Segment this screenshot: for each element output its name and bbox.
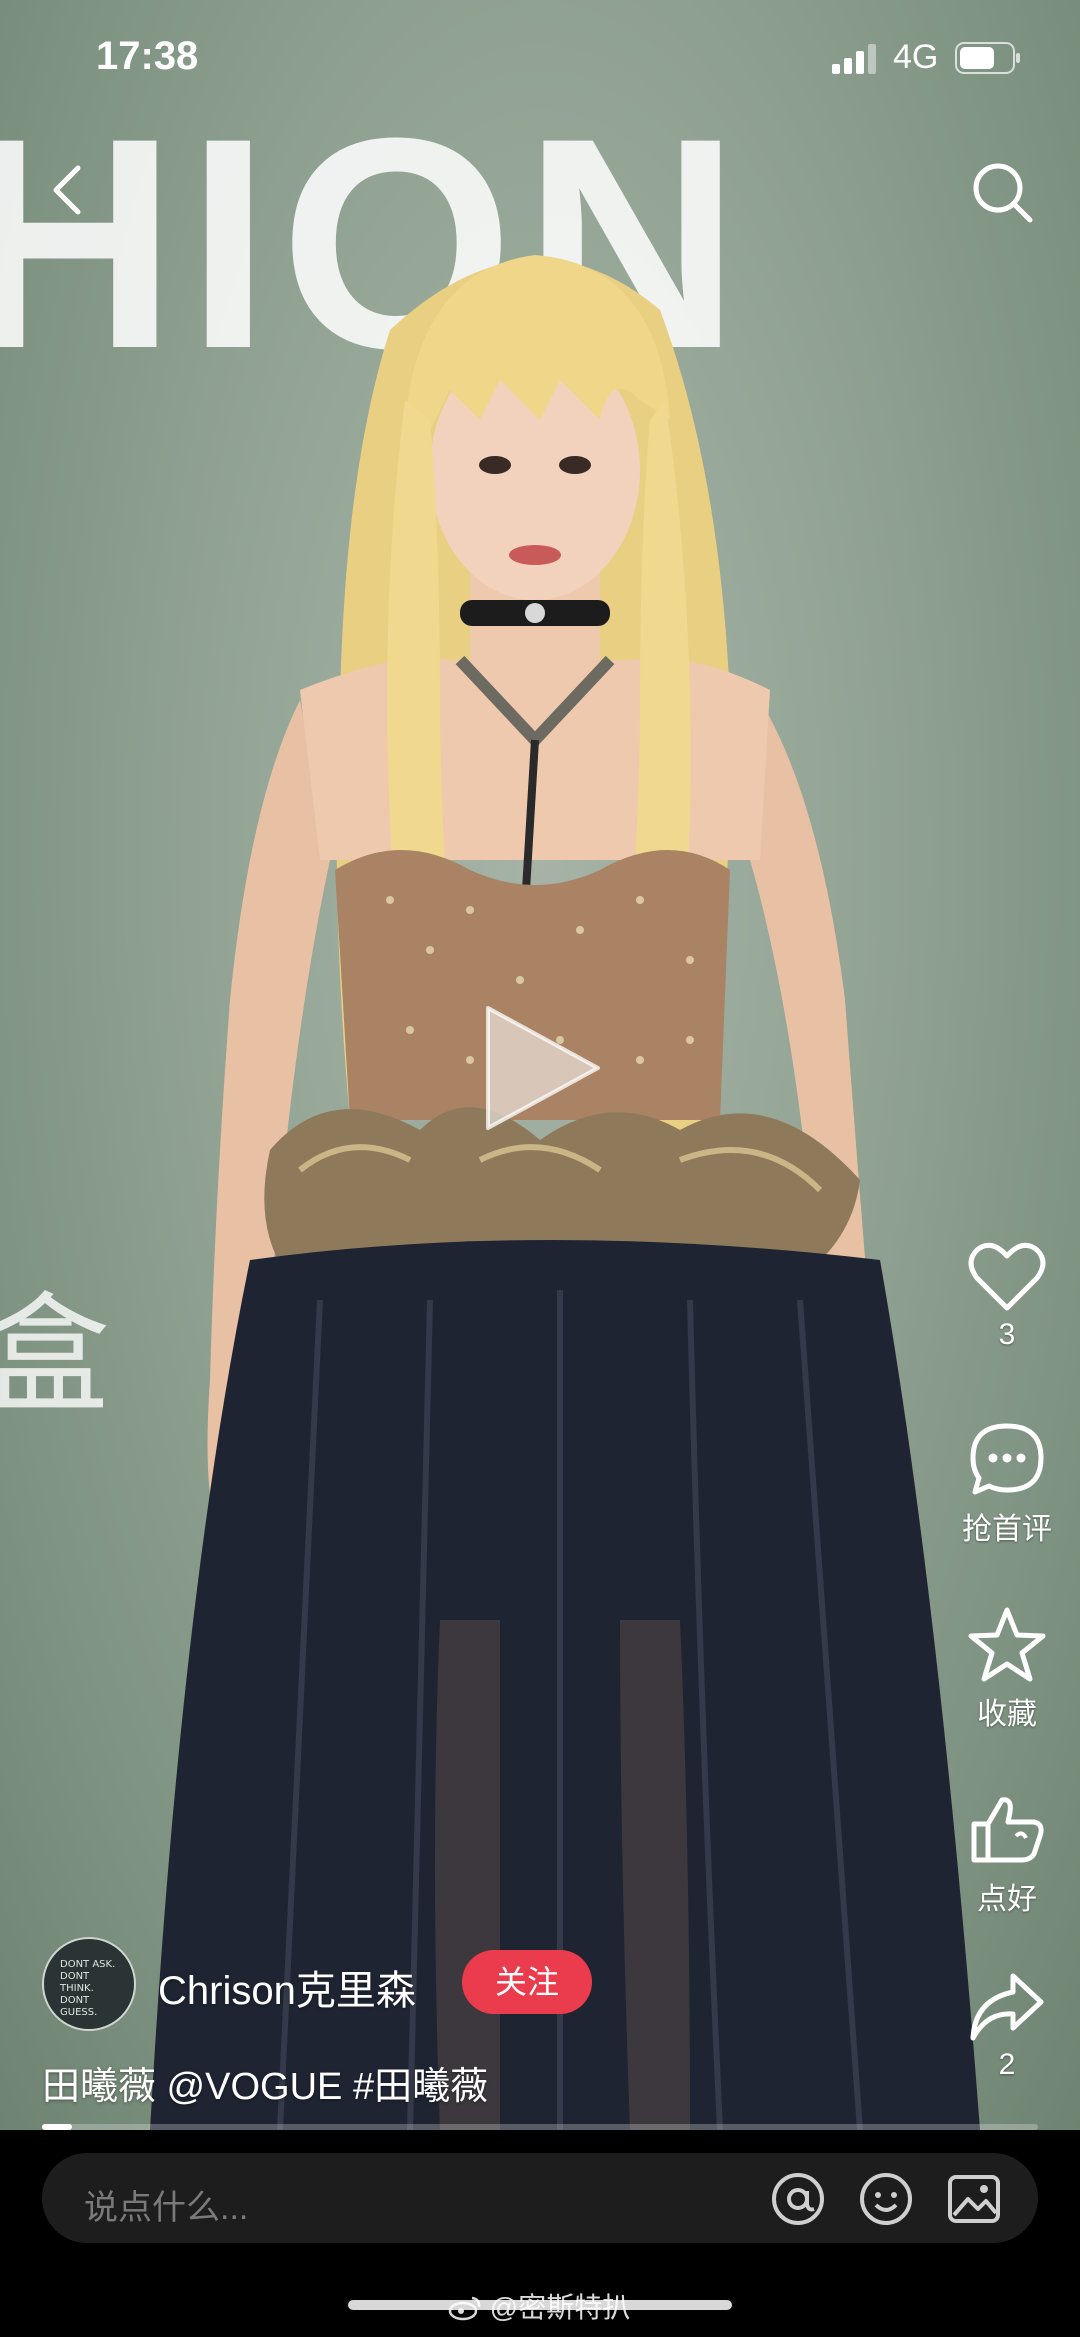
play-icon[interactable] [478, 998, 608, 1138]
thumbs-icon [971, 1797, 1044, 1863]
share-icon [970, 1973, 1044, 2041]
search-icon[interactable] [968, 158, 1038, 228]
network-type: 4G [893, 38, 939, 76]
good-button[interactable]: 点好 [942, 1790, 1072, 1918]
comment-icon [970, 1423, 1044, 1495]
status-bar: 17:38 4G [0, 0, 1080, 110]
video-player[interactable]: HION 盒 [0, 0, 1080, 2130]
like-count: 3 [998, 1318, 1016, 1351]
heart-icon [968, 1242, 1046, 1311]
share-count: 2 [998, 2048, 1016, 2081]
favorite-label: 收藏 [977, 1698, 1037, 1731]
watermark: @密斯特扒 [448, 2286, 630, 2326]
author-name[interactable]: Chrison克里森 [158, 1958, 416, 2016]
avatar[interactable]: DONT ASK. DONT THINK. DONT GUESS. [42, 1937, 136, 2031]
comment-placeholder: 说点什么... [84, 2189, 249, 2227]
image-icon[interactable] [946, 2171, 1002, 2227]
avatar-text: DONT ASK. DONT THINK. DONT GUESS. [60, 1959, 116, 2018]
watermark-text: @密斯特扒 [489, 2292, 631, 2323]
follow-button[interactable]: 关注 [462, 1950, 592, 2014]
back-icon[interactable] [40, 160, 100, 220]
comment-label: 抢首评 [962, 1513, 1052, 1546]
emoji-icon[interactable] [858, 2171, 914, 2227]
at-icon[interactable] [770, 2171, 826, 2227]
comment-button[interactable]: 抢首评 [942, 1420, 1072, 1548]
video-caption[interactable]: 田曦薇 @VOGUE #田曦薇 [42, 2055, 488, 2110]
signal-icon [832, 44, 876, 74]
star-icon [968, 1607, 1046, 1682]
share-button[interactable]: 2 [942, 1970, 1072, 2082]
good-label: 点好 [977, 1883, 1037, 1916]
status-time: 17:38 [96, 34, 199, 78]
like-button[interactable]: 3 [942, 1240, 1072, 1352]
weibo-icon [448, 2296, 481, 2321]
battery-icon [955, 42, 1020, 74]
favorite-button[interactable]: 收藏 [942, 1605, 1072, 1733]
